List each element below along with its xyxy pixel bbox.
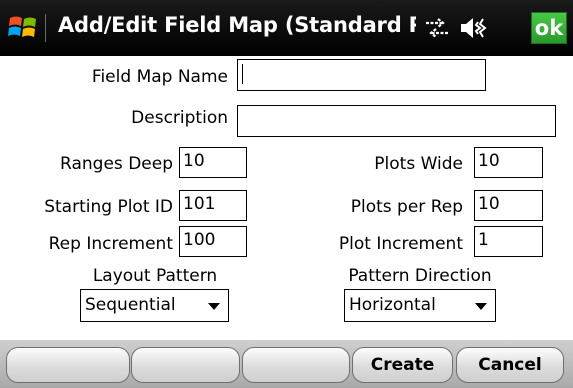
chevron-down-icon [475,303,487,310]
window-title: Add/Edit Field Map (Standard Plot [58,13,416,37]
cancel-button[interactable]: Cancel [456,347,564,383]
softkey-2-button[interactable] [131,347,240,383]
text-caret [242,64,243,84]
layout-pattern-select[interactable]: Sequential [80,289,229,322]
pattern-direction-label: Pattern Direction [348,266,492,286]
plots-per-rep-input[interactable]: 10 [474,190,543,221]
description-input[interactable] [237,105,556,137]
plot-increment-input[interactable]: 1 [474,226,543,257]
field-map-name-label: Field Map Name [91,67,228,87]
ok-button[interactable]: ok [531,12,567,44]
pattern-direction-select[interactable]: Horizontal [344,289,496,322]
chevron-down-icon [208,303,220,310]
plots-per-rep-label: Plots per Rep [350,197,463,217]
softkey-3-button[interactable] [242,347,350,383]
plots-wide-label: Plots Wide [374,154,463,174]
ranges-deep-label: Ranges Deep [60,154,173,174]
rep-increment-input[interactable]: 100 [179,226,247,257]
rep-increment-label: Rep Increment [48,234,173,254]
starting-plot-id-label: Starting Plot ID [44,197,173,217]
softkey-bar: Create Cancel [0,340,573,388]
pattern-direction-value: Horizontal [349,295,436,315]
plot-increment-label: Plot Increment [338,234,463,254]
plots-wide-input[interactable]: 10 [474,147,543,178]
create-button[interactable]: Create [352,347,453,383]
volume-icon[interactable] [459,16,489,40]
windows-start-icon[interactable] [8,12,38,42]
title-separator [45,14,46,42]
title-bar: Add/Edit Field Map (Standard Plot ok [0,0,573,56]
starting-plot-id-input[interactable]: 101 [179,190,247,221]
softkey-1-button[interactable] [6,347,130,383]
ranges-deep-input[interactable]: 10 [179,147,247,178]
layout-pattern-value: Sequential [85,295,176,315]
field-map-name-input[interactable] [237,59,486,91]
layout-pattern-label: Layout Pattern [92,266,218,286]
description-label: Description [131,108,228,128]
connectivity-icon[interactable] [424,17,450,39]
